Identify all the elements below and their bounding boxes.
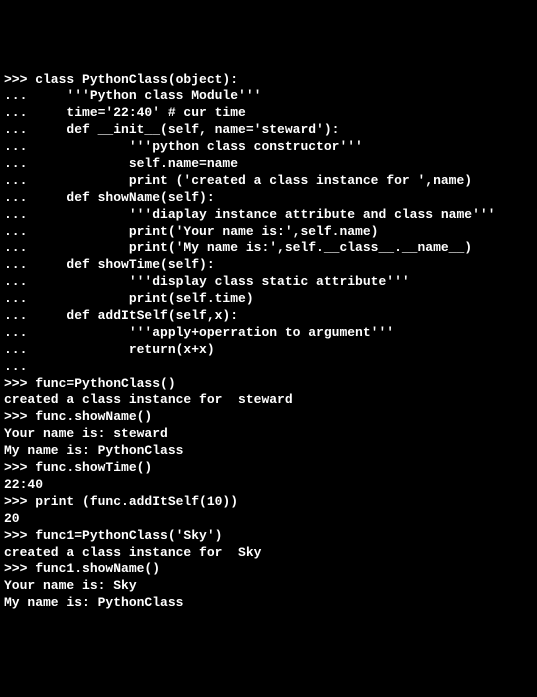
terminal-line: ...	[4, 359, 533, 376]
terminal-line: >>> func1.showName()	[4, 561, 533, 578]
terminal-line: ... def addItSelf(self,x):	[4, 308, 533, 325]
terminal-line: ... '''apply+operration to argument'''	[4, 325, 533, 342]
terminal-line: Your name is: Sky	[4, 578, 533, 595]
terminal-line: ... def showName(self):	[4, 190, 533, 207]
terminal-line: My name is: PythonClass	[4, 595, 533, 612]
terminal-line: >>> func1=PythonClass('Sky')	[4, 528, 533, 545]
terminal-line: ... time='22:40' # cur time	[4, 105, 533, 122]
terminal-line: ... def __init__(self, name='steward'):	[4, 122, 533, 139]
terminal-line: >>> print (func.addItSelf(10))	[4, 494, 533, 511]
terminal-line: My name is: PythonClass	[4, 443, 533, 460]
terminal-line: ... print('My name is:',self.__class__._…	[4, 240, 533, 257]
terminal-line: created a class instance for steward	[4, 392, 533, 409]
terminal-line: >>> func=PythonClass()	[4, 376, 533, 393]
terminal-line: ... '''python class constructor'''	[4, 139, 533, 156]
terminal-line: >>> func.showName()	[4, 409, 533, 426]
terminal-line: ... self.name=name	[4, 156, 533, 173]
terminal-line: ... return(x+x)	[4, 342, 533, 359]
terminal-line: ... def showTime(self):	[4, 257, 533, 274]
terminal-line: Your name is: steward	[4, 426, 533, 443]
terminal-line: ... print ('created a class instance for…	[4, 173, 533, 190]
terminal-line: ... print('Your name is:',self.name)	[4, 224, 533, 241]
terminal-line: >>> class PythonClass(object):	[4, 72, 533, 89]
terminal-line: ... '''diaplay instance attribute and cl…	[4, 207, 533, 224]
terminal-line: created a class instance for Sky	[4, 545, 533, 562]
terminal-line: 22:40	[4, 477, 533, 494]
terminal-line: ... '''display class static attribute'''	[4, 274, 533, 291]
terminal-line: ... print(self.time)	[4, 291, 533, 308]
terminal-output[interactable]: >>> class PythonClass(object):... '''Pyt…	[4, 72, 533, 613]
terminal-line: ... '''Python class Module'''	[4, 88, 533, 105]
terminal-line: 20	[4, 511, 533, 528]
terminal-line: >>> func.showTime()	[4, 460, 533, 477]
